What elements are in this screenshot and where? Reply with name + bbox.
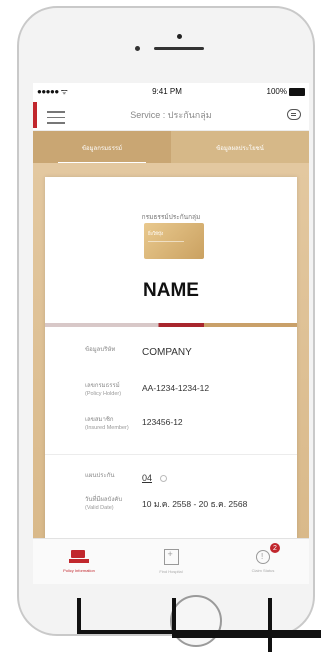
card-heading: กรมธรรม์ประกันกลุ่ม xyxy=(141,214,201,221)
member-sublabel: (Insured Member) xyxy=(85,424,129,431)
earpiece-speaker xyxy=(154,47,204,50)
plan-row: แผนประกัน 04 xyxy=(85,473,289,483)
menu-icon[interactable] xyxy=(47,111,65,128)
member-name: NAME xyxy=(143,280,199,301)
signal-icon: ●●●●● xyxy=(37,87,59,96)
section-separator xyxy=(45,454,297,455)
status-bar: ●●●●● ᯤ 9:41 PM 100% xyxy=(33,83,309,100)
member-card-label: ยิ่งให้บุ๊ง xyxy=(148,231,164,236)
policy-card: กรมธรรม์ประกันกลุ่ม ยิ่งให้บุ๊ง NAME ข้อ… xyxy=(45,177,297,551)
valid-sublabel: (Valid Date) xyxy=(85,504,114,511)
annotation-line xyxy=(268,598,272,652)
status-time: 9:41 PM xyxy=(152,87,182,96)
nav-find-hospital[interactable]: Find Hospital xyxy=(125,539,217,584)
policy-label: เลขกรมธรรม์ xyxy=(85,383,120,389)
front-camera xyxy=(135,46,140,51)
member-label: เลขสมาชิก xyxy=(85,417,114,423)
wifi-icon: ᯤ xyxy=(60,87,68,96)
nav-policy-information[interactable]: Policy Information xyxy=(33,539,125,584)
company-label: ข้อมูลบริษัท xyxy=(85,347,116,353)
tab-policy-info[interactable]: ข้อมูลกรมธรรม์ xyxy=(33,131,171,164)
bottom-nav: Policy Information Find Hospital 2 Claim… xyxy=(33,538,309,584)
member-row: เลขสมาชิก (Insured Member) 123456-12 xyxy=(85,417,289,432)
company-row: ข้อมูลบริษัท COMPANY xyxy=(85,347,289,358)
battery-percent: 100% xyxy=(266,87,287,96)
valid-date-row: วันที่มีผลบังคับ (Valid Date) 10 ม.ค. 25… xyxy=(85,497,289,512)
page-title: Service : ประกันกลุ่ม xyxy=(130,110,212,120)
plan-label: แผนประกัน xyxy=(85,473,115,479)
plan-value[interactable]: 04 xyxy=(142,473,152,483)
nav-label: Claim Status xyxy=(251,568,275,573)
brand-accent-bar xyxy=(33,102,37,128)
policy-row: เลขกรมธรรม์ (Policy Holder) AA-1234-1234… xyxy=(85,383,289,398)
annotation-line xyxy=(77,598,81,634)
tab-bar: ข้อมูลกรมธรรม์ ข้อมูลผลประโยชน์ xyxy=(33,131,309,164)
tab-benefits[interactable]: ข้อมูลผลประโยชน์ xyxy=(171,131,309,164)
home-button[interactable] xyxy=(170,595,222,647)
card-divider xyxy=(45,323,297,327)
notification-badge: 2 xyxy=(270,543,280,553)
nav-bar: Service : ประกันกลุ่ม xyxy=(33,100,309,131)
nav-label: Policy Information xyxy=(63,568,95,573)
chat-icon[interactable] xyxy=(287,109,301,120)
claim-icon xyxy=(256,550,270,564)
hospital-icon xyxy=(163,549,179,565)
nav-claim-status[interactable]: 2 Claim Status xyxy=(217,539,309,584)
member-number: 123456-12 xyxy=(142,417,183,427)
battery-icon xyxy=(289,87,305,96)
content-area: กรมธรรม์ประกันกลุ่ม ยิ่งให้บุ๊ง NAME ข้อ… xyxy=(33,163,309,551)
info-icon[interactable] xyxy=(160,475,168,483)
member-card-image: ยิ่งให้บุ๊ง xyxy=(144,223,204,259)
annotation-line xyxy=(172,634,321,638)
app-screen: ●●●●● ᯤ 9:41 PM 100% Service : ประกันกลุ… xyxy=(33,83,309,584)
valid-date-value: 10 ม.ค. 2558 - 20 ธ.ค. 2568 xyxy=(142,499,248,509)
annotation-line xyxy=(172,598,176,638)
valid-label: วันที่มีผลบังคับ xyxy=(85,497,123,503)
nav-label: Find Hospital xyxy=(159,569,183,574)
policy-icon xyxy=(69,550,89,564)
company-value: COMPANY xyxy=(142,347,192,358)
proximity-sensor xyxy=(177,34,182,39)
policy-number: AA-1234-1234-12 xyxy=(142,383,210,393)
policy-sublabel: (Policy Holder) xyxy=(85,390,122,397)
